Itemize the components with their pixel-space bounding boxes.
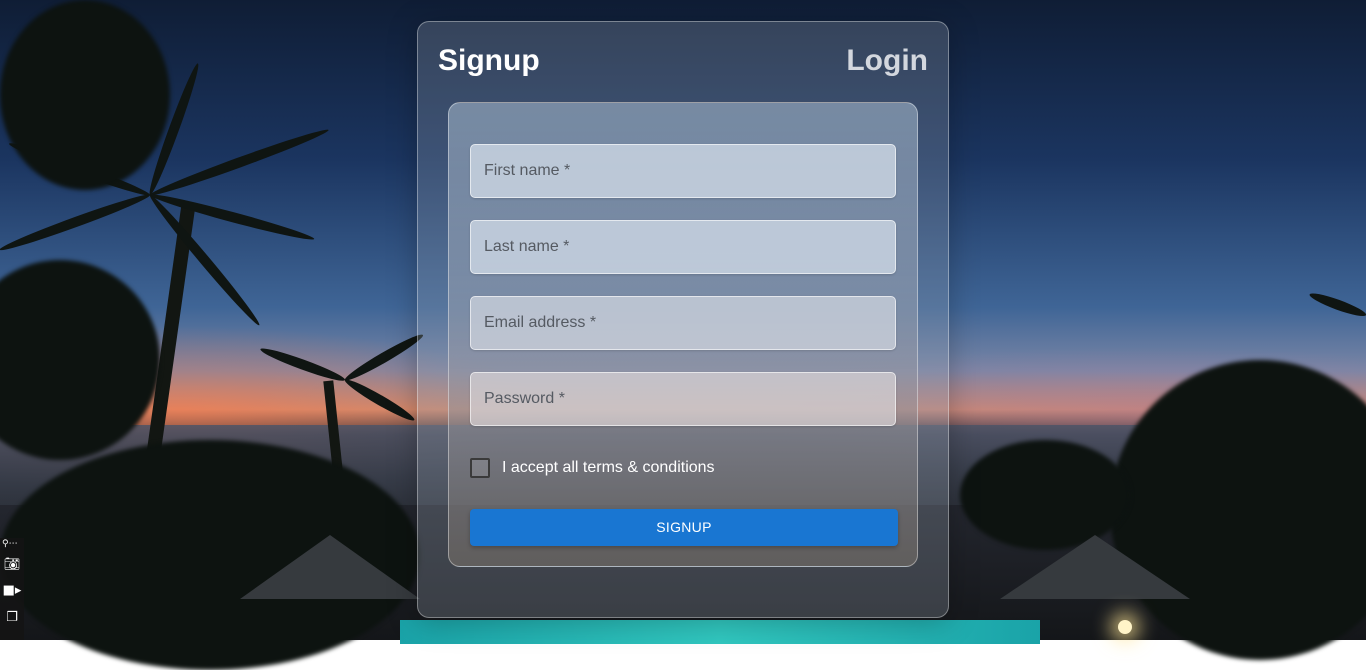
tab-signup[interactable]: Signup xyxy=(438,44,540,78)
toolbar-handle-icon[interactable]: ⚲⋯ xyxy=(2,539,18,549)
camera-icon[interactable]: 📷︎ xyxy=(2,557,22,573)
floating-toolbar: ⚲⋯ 📷︎ ■▸ ❐ xyxy=(0,538,24,640)
window-icon[interactable]: ❐ xyxy=(2,610,22,626)
last-name-input[interactable] xyxy=(471,221,895,273)
terms-checkbox[interactable] xyxy=(470,458,490,478)
terms-row[interactable]: I accept all terms & conditions xyxy=(470,458,715,478)
first-name-input[interactable] xyxy=(471,145,895,197)
signup-form: I accept all terms & conditions SIGNUP xyxy=(448,102,918,567)
background-pool xyxy=(400,620,1040,644)
password-field xyxy=(470,372,896,426)
password-input[interactable] xyxy=(471,373,895,425)
video-icon[interactable]: ■▸ xyxy=(2,583,22,599)
last-name-field xyxy=(470,220,896,274)
email-input[interactable] xyxy=(471,297,895,349)
first-name-field xyxy=(470,144,896,198)
terms-label: I accept all terms & conditions xyxy=(502,459,715,476)
tab-login[interactable]: Login xyxy=(846,44,928,78)
signup-button[interactable]: SIGNUP xyxy=(470,509,898,546)
auth-card: Signup Login I accept all terms & condit… xyxy=(417,21,949,618)
email-field xyxy=(470,296,896,350)
